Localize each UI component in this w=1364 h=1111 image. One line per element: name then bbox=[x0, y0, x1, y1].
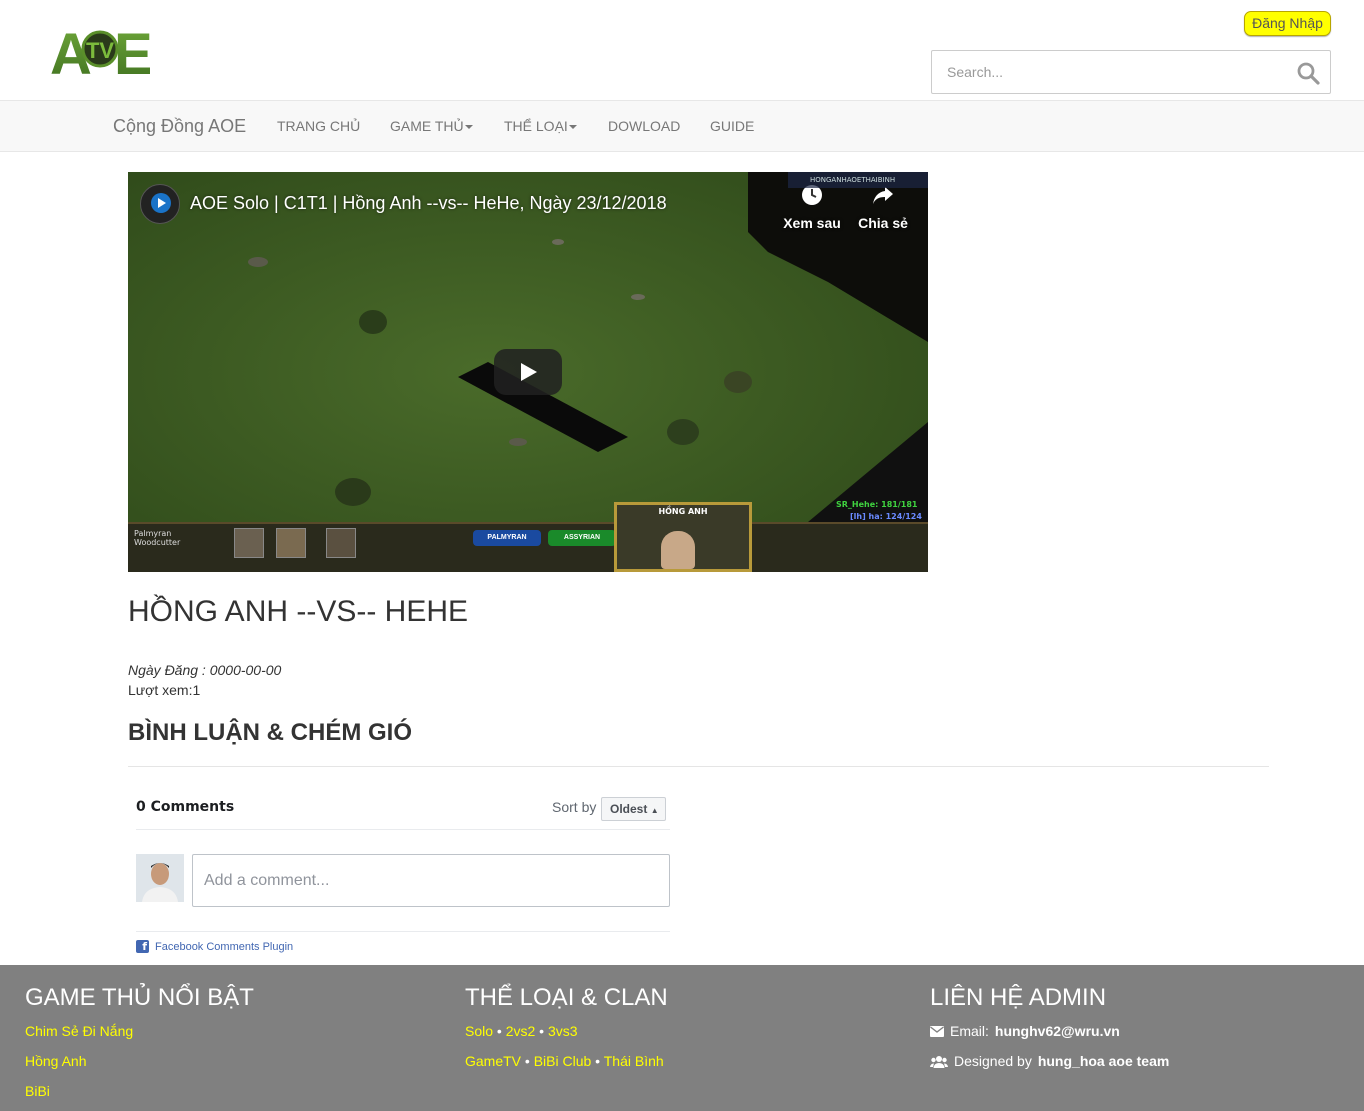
footer-email: Email: hunghv62@wru.vn bbox=[930, 1023, 1120, 1039]
footer-clan-link[interactable]: BiBi Club bbox=[534, 1053, 592, 1069]
player-camera-frame: HỒNG ANH bbox=[614, 502, 752, 572]
post-date: Ngày Đăng : 0000-00-00 bbox=[128, 662, 282, 678]
site-logo[interactable]: A TV E bbox=[50, 20, 150, 80]
comment-input-box bbox=[192, 854, 670, 907]
footer-player-link[interactable]: BiBi bbox=[25, 1083, 50, 1099]
user-avatar bbox=[136, 854, 184, 902]
designed-by-team: hung_hoa aoe team bbox=[1037, 1053, 1170, 1069]
facebook-plugin-link[interactable]: f Facebook Comments Plugin bbox=[136, 940, 293, 953]
sort-arrows-icon: ▲︎ bbox=[650, 806, 659, 815]
footer-category-link[interactable]: 3vs3 bbox=[548, 1023, 578, 1039]
nav-item-download[interactable]: DOWLOAD bbox=[608, 118, 680, 134]
comments-divider bbox=[136, 931, 670, 932]
caret-down-icon bbox=[568, 125, 577, 130]
svg-text:E: E bbox=[114, 22, 150, 80]
nav-item-home[interactable]: TRANG CHỦ bbox=[277, 118, 360, 134]
footer-designed-by: Designed by hung_hoa aoe team bbox=[930, 1053, 1169, 1069]
footer-separator: • bbox=[591, 1053, 604, 1069]
nav-item-label: GAME THỦ bbox=[390, 118, 464, 134]
section-divider bbox=[128, 766, 1269, 767]
email-prefix: Email: bbox=[950, 1023, 989, 1039]
search-input[interactable] bbox=[932, 51, 1282, 93]
footer-players-heading: GAME THỦ NỔI BẬT bbox=[25, 984, 254, 1011]
designed-prefix: Designed by bbox=[954, 1053, 1032, 1069]
share-label: Chia sẻ bbox=[858, 215, 908, 231]
civ-badge-left: PALMYRAN bbox=[473, 530, 541, 546]
footer-clan-link[interactable]: GameTV bbox=[465, 1053, 521, 1069]
hud-unit-civ: Palmyran bbox=[134, 529, 172, 538]
video-player[interactable]: AOE Solo | C1T1 | Hồng Anh --vs-- HeHe, … bbox=[128, 172, 928, 572]
footer-category-link[interactable]: Solo bbox=[465, 1023, 493, 1039]
nav-brand[interactable]: Cộng Đồng AOE bbox=[113, 116, 246, 137]
nav-item-categories[interactable]: THỂ LOẠI bbox=[504, 118, 577, 134]
envelope-icon bbox=[930, 1025, 944, 1037]
hud-action-slot bbox=[234, 528, 264, 558]
users-icon bbox=[930, 1055, 948, 1068]
watch-later-button[interactable]: Xem sau bbox=[777, 184, 847, 231]
channel-overlay-banner: HONGANHAOETHAIBINH bbox=[788, 172, 928, 188]
player-webcam bbox=[661, 531, 695, 569]
svg-text:TV: TV bbox=[86, 38, 114, 63]
channel-logo-icon bbox=[151, 193, 171, 213]
play-button[interactable] bbox=[494, 349, 562, 395]
footer-player-link[interactable]: Hồng Anh bbox=[25, 1053, 87, 1069]
score-line-2: [lh] ha: 124/124 bbox=[850, 512, 922, 521]
post-title: HỒNG ANH --VS-- HEHE bbox=[128, 595, 469, 628]
hud-action-slot bbox=[326, 528, 356, 558]
comment-count: 0 Comments bbox=[136, 799, 235, 815]
watch-later-label: Xem sau bbox=[783, 215, 841, 231]
email-address[interactable]: hunghv62@wru.vn bbox=[995, 1023, 1120, 1039]
nav-item-guide[interactable]: GUIDE bbox=[710, 118, 754, 134]
main-navbar: Cộng Đồng AOE TRANG CHỦ GAME THỦ THỂ LOẠ… bbox=[0, 100, 1364, 152]
sort-by-label: Sort by bbox=[552, 799, 597, 815]
site-header: A TV E Đăng Nhập bbox=[0, 0, 1364, 100]
caret-down-icon bbox=[464, 125, 473, 130]
sort-select[interactable]: Oldest ▲︎ bbox=[601, 797, 666, 821]
footer-categories-heading: THỂ LOẠI & CLAN bbox=[465, 984, 668, 1011]
search-box bbox=[931, 50, 1331, 94]
post-views: Lượt xem:1 bbox=[128, 682, 201, 698]
play-icon bbox=[521, 363, 537, 381]
civ-badge-right: ASSYRIAN bbox=[548, 530, 616, 546]
hud-unit-type: Woodcutter bbox=[134, 538, 181, 547]
footer-separator: • bbox=[493, 1023, 506, 1039]
facebook-plugin-label: Facebook Comments Plugin bbox=[155, 940, 294, 953]
hud-unit-label: Palmyran Woodcutter bbox=[134, 529, 180, 547]
comment-input[interactable] bbox=[193, 855, 669, 906]
login-button[interactable]: Đăng Nhập bbox=[1244, 11, 1331, 36]
footer-separator: • bbox=[535, 1023, 548, 1039]
nav-item-label: THỂ LOẠI bbox=[504, 118, 568, 134]
comments-heading: BÌNH LUẬN & CHÉM GIÓ bbox=[128, 719, 412, 746]
hud-action-slot bbox=[276, 528, 306, 558]
channel-avatar[interactable] bbox=[140, 184, 180, 224]
game-hud: Palmyran Woodcutter PALMYRAN ASSYRIAN bbox=[128, 522, 928, 572]
footer-category-link[interactable]: 2vs2 bbox=[506, 1023, 536, 1039]
nav-item-players[interactable]: GAME THỦ bbox=[390, 118, 473, 134]
user-photo bbox=[136, 854, 184, 902]
sort-select-value: Oldest bbox=[610, 802, 648, 816]
footer-categories-row: Solo • 2vs2 • 3vs3 bbox=[465, 1023, 578, 1039]
footer-clan-row: GameTV • BiBi Club • Thái Bình bbox=[465, 1053, 664, 1069]
footer-clan-link[interactable]: Thái Bình bbox=[604, 1053, 664, 1069]
site-footer: GAME THỦ NỔI BẬT Chim Sẻ Đi Nắng Hồng An… bbox=[0, 965, 1364, 1111]
score-line-1: SR_Hehe: 181/181 bbox=[836, 500, 918, 509]
search-icon[interactable] bbox=[1296, 61, 1320, 85]
footer-contact-heading: LIÊN HỆ ADMIN bbox=[930, 984, 1107, 1011]
player-name: HỒNG ANH bbox=[658, 507, 708, 516]
footer-separator: • bbox=[521, 1053, 534, 1069]
comments-divider bbox=[136, 829, 670, 830]
video-title[interactable]: AOE Solo | C1T1 | Hồng Anh --vs-- HeHe, … bbox=[190, 193, 667, 214]
facebook-icon: f bbox=[136, 940, 149, 953]
share-button[interactable]: Chia sẻ bbox=[848, 184, 918, 231]
footer-player-link[interactable]: Chim Sẻ Đi Nắng bbox=[25, 1023, 133, 1039]
